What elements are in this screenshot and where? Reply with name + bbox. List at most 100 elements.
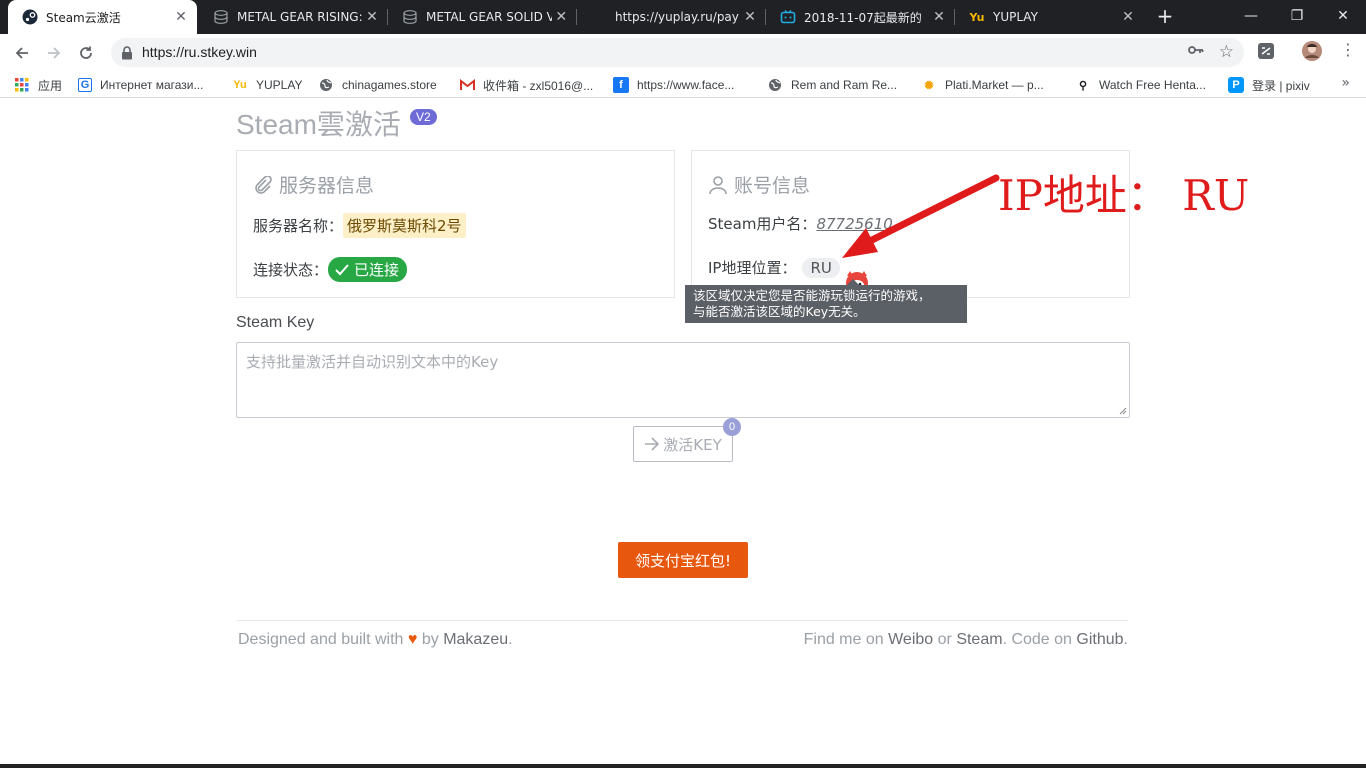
tab-steam-activation[interactable]: Steam云激活 ✕ — [8, 0, 197, 34]
annotation-text: IP地址： RU — [998, 171, 1250, 220]
browser-toolbar: https://ru.stkey.win ☆ ⋮ — [0, 34, 1366, 71]
close-window-button[interactable]: ✕ — [1320, 0, 1366, 34]
url-text[interactable]: https://ru.stkey.win — [142, 44, 257, 60]
bookmark-internet-store[interactable]: G Интернет магази... — [78, 76, 203, 94]
footer-designed-text: Designed and built with — [238, 631, 404, 648]
bookmark-rem-and-ram[interactable]: Rem and Ram Re... — [767, 76, 897, 94]
server-name-label: 服务器名称： — [253, 217, 344, 235]
bookmark-star-icon[interactable]: ☆ — [1219, 42, 1234, 62]
apps-icon — [14, 77, 30, 93]
resize-handle-icon[interactable] — [1119, 407, 1127, 415]
tab-bilibili[interactable]: 2018-11-07起最新的 ✕ — [766, 0, 955, 34]
close-tab-icon[interactable]: ✕ — [1118, 9, 1138, 25]
bookmark-facebook[interactable]: f https://www.face... — [613, 76, 734, 94]
server-panel-header: 服务器信息 — [253, 171, 374, 198]
activate-key-button[interactable]: 激活KEY — [633, 426, 733, 462]
activate-key-label: 激活KEY — [663, 435, 722, 454]
yuplay-icon: Yu — [969, 10, 985, 24]
bookmark-gmail[interactable]: 收件箱 - zxl5016@... — [459, 76, 593, 94]
version-badge: V2 — [410, 109, 437, 125]
page-content: Steam雲激活 V2 服务器信息 服务器名称： 俄罗斯莫斯科2号 连接状态： … — [0, 98, 1366, 768]
user-icon — [709, 175, 727, 194]
tab-title: 2018-11-07起最新的 — [804, 10, 922, 25]
new-tab-button[interactable]: + — [1153, 5, 1177, 29]
bookmark-watch-free[interactable]: ⚲ Watch Free Henta... — [1075, 76, 1206, 94]
tab-title: Steam云激活 — [46, 10, 121, 25]
lock-icon — [121, 45, 133, 64]
github-link[interactable]: Github — [1076, 631, 1123, 648]
bookmark-pixiv[interactable]: P 登录 | pixiv — [1228, 76, 1310, 94]
tab-metal-gear-solid[interactable]: METAL GEAR SOLID V ✕ — [388, 0, 577, 34]
yuplay-icon: Yu — [233, 79, 247, 91]
bilibili-icon — [780, 9, 796, 25]
server-name-row: 服务器名称： 俄罗斯莫斯科2号 — [253, 213, 466, 238]
status-badge: 已连接 — [328, 257, 408, 282]
weibo-link[interactable]: Weibo — [888, 631, 933, 648]
menu-icon[interactable]: ⋮ — [1340, 40, 1356, 59]
bookmark-label: 收件箱 - zxl5016@... — [483, 78, 594, 93]
steam-link[interactable]: Steam — [956, 631, 1002, 648]
extension-icon[interactable] — [1257, 42, 1275, 64]
steam-key-placeholder: 支持批量激活并自动识别文本中的Key — [246, 353, 499, 371]
close-tab-icon[interactable]: ✕ — [740, 9, 760, 25]
blank-favicon-icon — [591, 9, 607, 25]
globe-icon — [767, 77, 783, 93]
stack-icon — [402, 9, 418, 25]
username-label: Steam用户名： — [708, 215, 817, 233]
facebook-icon: f — [613, 77, 629, 93]
close-tab-icon[interactable]: ✕ — [362, 9, 382, 25]
steam-key-textarea[interactable]: 支持批量激活并自动识别文本中的Key — [236, 342, 1130, 418]
minimize-button[interactable]: — — [1228, 0, 1274, 34]
tab-title: METAL GEAR RISING: — [237, 10, 363, 24]
bookmark-chinagames[interactable]: chinagames.store — [318, 76, 437, 94]
footer-or-text: or — [937, 631, 952, 648]
taskbar-edge — [0, 764, 1366, 768]
bookmark-label: Watch Free Henta... — [1099, 78, 1206, 92]
footer-end-dot: . — [1123, 631, 1128, 648]
connection-status-label: 连接状态： — [253, 261, 329, 279]
footer-links: Find me on Weibo or Steam. Code on Githu… — [804, 631, 1128, 649]
heart-icon: ♥ — [407, 631, 418, 648]
reload-button[interactable] — [74, 41, 98, 65]
bookmark-label: https://www.face... — [637, 78, 735, 92]
tab-yuplay-pay[interactable]: https://yuplay.ru/pay ✕ — [577, 0, 766, 34]
bookmark-yuplay[interactable]: Yu YUPLAY — [232, 76, 302, 94]
ip-location-label: IP地理位置： — [708, 259, 797, 277]
more-bookmarks-button[interactable]: » — [1341, 75, 1350, 91]
author-link[interactable]: Makazeu — [443, 631, 508, 648]
alipay-red-packet-button[interactable]: 领支付宝红包! — [618, 542, 748, 578]
check-icon — [335, 263, 349, 275]
footer-dot: . — [508, 631, 513, 648]
close-tab-icon[interactable]: ✕ — [552, 9, 571, 25]
bookmark-label: Rem and Ram Re... — [791, 78, 898, 92]
arrow-right-icon — [645, 437, 660, 451]
close-tab-icon[interactable]: ✕ — [929, 9, 949, 25]
browser-tab-bar: Steam云激活 ✕ METAL GEAR RISING: ✕ METAL GE… — [0, 0, 1366, 34]
activate-count-badge: 0 — [723, 418, 741, 436]
bookmark-label: Plati.Market — p... — [945, 78, 1044, 92]
avatar[interactable] — [1302, 41, 1322, 65]
bookmarks-bar: 应用 G Интернет магази... Yu YUPLAY chinag… — [0, 71, 1366, 98]
maximize-button[interactable]: ❐ — [1274, 0, 1320, 34]
ip-region-tooltip: 该区域仅决定您是否能游玩锁运行的游戏， 与能否激活该区域的Key无关。 — [685, 279, 967, 323]
pixiv-icon: P — [1228, 77, 1244, 93]
steam-icon — [22, 9, 38, 25]
close-tab-icon[interactable]: ✕ — [171, 9, 191, 25]
bookmark-apps[interactable]: 应用 — [14, 76, 62, 94]
address-bar[interactable]: https://ru.stkey.win ☆ — [111, 38, 1244, 67]
tab-yuplay[interactable]: Yu YUPLAY ✕ — [955, 0, 1144, 34]
footer-code-on-text: . Code on — [1002, 631, 1072, 648]
tab-metal-gear-rising[interactable]: METAL GEAR RISING: ✕ — [199, 0, 388, 34]
footer-by-text: by — [421, 631, 439, 648]
forward-button[interactable] — [42, 41, 66, 65]
bookmark-label: YUPLAY — [256, 78, 303, 92]
status-text: 已连接 — [354, 261, 400, 279]
server-panel-title: 服务器信息 — [279, 175, 375, 197]
forward-arrow-icon — [48, 47, 61, 59]
back-button[interactable] — [10, 41, 34, 65]
bookmark-label: 登录 | pixiv — [1252, 78, 1310, 93]
key-icon[interactable] — [1188, 44, 1204, 60]
connection-status-row: 连接状态： 已连接 — [253, 257, 408, 282]
bookmark-plati-market[interactable]: ✺ Plati.Market — p... — [921, 76, 1044, 94]
bookmark-label: chinagames.store — [342, 78, 437, 92]
